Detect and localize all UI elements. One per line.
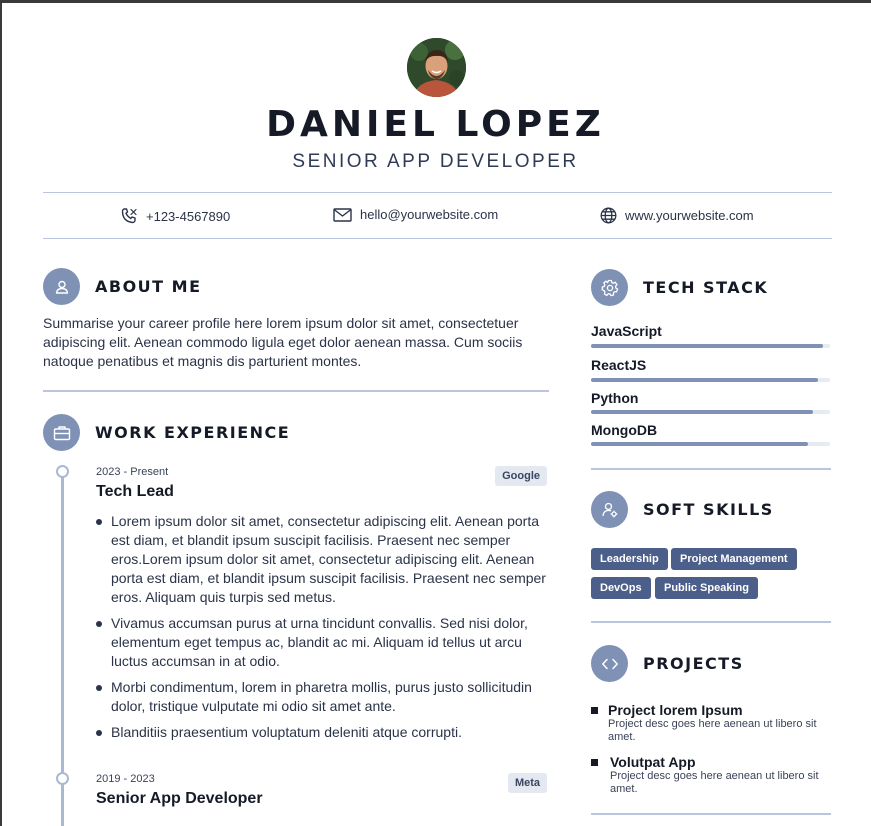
skill-bar-fill xyxy=(591,442,809,446)
bullet-item: Lorem ipsum dolor sit amet, consectetur … xyxy=(96,512,548,607)
project-bullet xyxy=(591,707,598,714)
company-badge: Google xyxy=(495,466,547,486)
email-text: hello@yourwebsite.com xyxy=(360,207,499,222)
project-desc: Project desc goes here aenean ut libero … xyxy=(610,770,819,795)
projects-heading: PROJECTS xyxy=(591,645,744,682)
work-title: WORK EXPERIENCE xyxy=(95,423,291,442)
skill-bar xyxy=(591,344,830,348)
contact-phone[interactable]: +123-4567890 xyxy=(120,207,230,225)
phone-icon xyxy=(120,207,138,225)
about-heading: ABOUT ME xyxy=(43,268,202,305)
job-title: Tech Lead xyxy=(96,483,174,500)
projects-title: PROJECTS xyxy=(643,654,744,673)
candidate-name: DANIEL LOPEZ xyxy=(266,104,605,145)
divider xyxy=(43,390,549,392)
project-desc: Project desc goes here aenean ut libero … xyxy=(608,718,817,743)
timeline-dot xyxy=(55,772,69,785)
timeline-dot xyxy=(55,465,69,478)
gear-icon xyxy=(591,269,628,306)
about-title: ABOUT ME xyxy=(95,277,202,296)
contact-email[interactable]: hello@yourwebsite.com xyxy=(333,207,498,222)
skill-tag: Leadership xyxy=(591,548,668,570)
tech-heading: TECH STACK xyxy=(591,269,768,306)
skill-tag: Project Management xyxy=(671,548,797,570)
avatar xyxy=(407,38,466,97)
work-heading: WORK EXPERIENCE xyxy=(43,414,290,451)
job-date: 2023 - Present xyxy=(96,466,169,478)
soft-heading: SOFT SKILLS xyxy=(591,491,774,528)
job-bullets: Lorem ipsum dolor sit amet, consectetur … xyxy=(96,512,548,749)
skill-label: MongoDB xyxy=(591,422,658,438)
skill-tag: DevOps xyxy=(591,577,651,599)
skill-bar-fill xyxy=(591,344,823,348)
project-bullet xyxy=(591,759,598,766)
user-gear-icon xyxy=(591,491,628,528)
code-icon xyxy=(591,645,628,682)
skill-bar-fill xyxy=(591,378,819,382)
skill-label: ReactJS xyxy=(591,357,647,373)
bullet-item: Blanditiis praesentium voluptatum deleni… xyxy=(96,723,548,742)
skill-bar xyxy=(591,442,830,446)
project-title: Volutpat App xyxy=(610,754,696,770)
globe-icon xyxy=(600,207,617,224)
skill-label: Python xyxy=(591,390,639,406)
tech-title: TECH STACK xyxy=(643,278,769,297)
project-title: Project lorem Ipsum xyxy=(608,702,743,718)
job-date: 2019 - 2023 xyxy=(96,773,155,785)
soft-title: SOFT SKILLS xyxy=(643,500,774,519)
divider xyxy=(591,621,831,623)
job-title: Senior App Developer xyxy=(96,790,263,807)
email-icon xyxy=(333,207,352,222)
skill-bar xyxy=(591,378,830,382)
contact-website[interactable]: www.yourwebsite.com xyxy=(600,207,754,224)
bullet-item: Vivamus accumsan purus at urna tincidunt… xyxy=(96,614,548,671)
contact-bar: +123-4567890 hello@yourwebsite.com www.y… xyxy=(43,192,832,239)
phone-text: +123-4567890 xyxy=(146,208,231,224)
website-text: www.yourwebsite.com xyxy=(625,208,754,223)
divider xyxy=(591,813,831,815)
about-text: Summarise your career profile here lorem… xyxy=(43,315,523,369)
company-badge: Meta xyxy=(507,773,547,793)
skill-bar xyxy=(591,410,830,414)
user-icon xyxy=(43,268,80,305)
candidate-role: SENIOR APP DEVELOPER xyxy=(292,151,579,172)
skill-bar-fill xyxy=(591,410,814,414)
skill-label: JavaScript xyxy=(591,323,662,339)
skill-tag: Public Speaking xyxy=(655,577,758,599)
bullet-item: Morbi condimentum, lorem in pharetra mol… xyxy=(96,678,548,716)
briefcase-icon xyxy=(43,414,80,451)
divider xyxy=(591,468,831,470)
